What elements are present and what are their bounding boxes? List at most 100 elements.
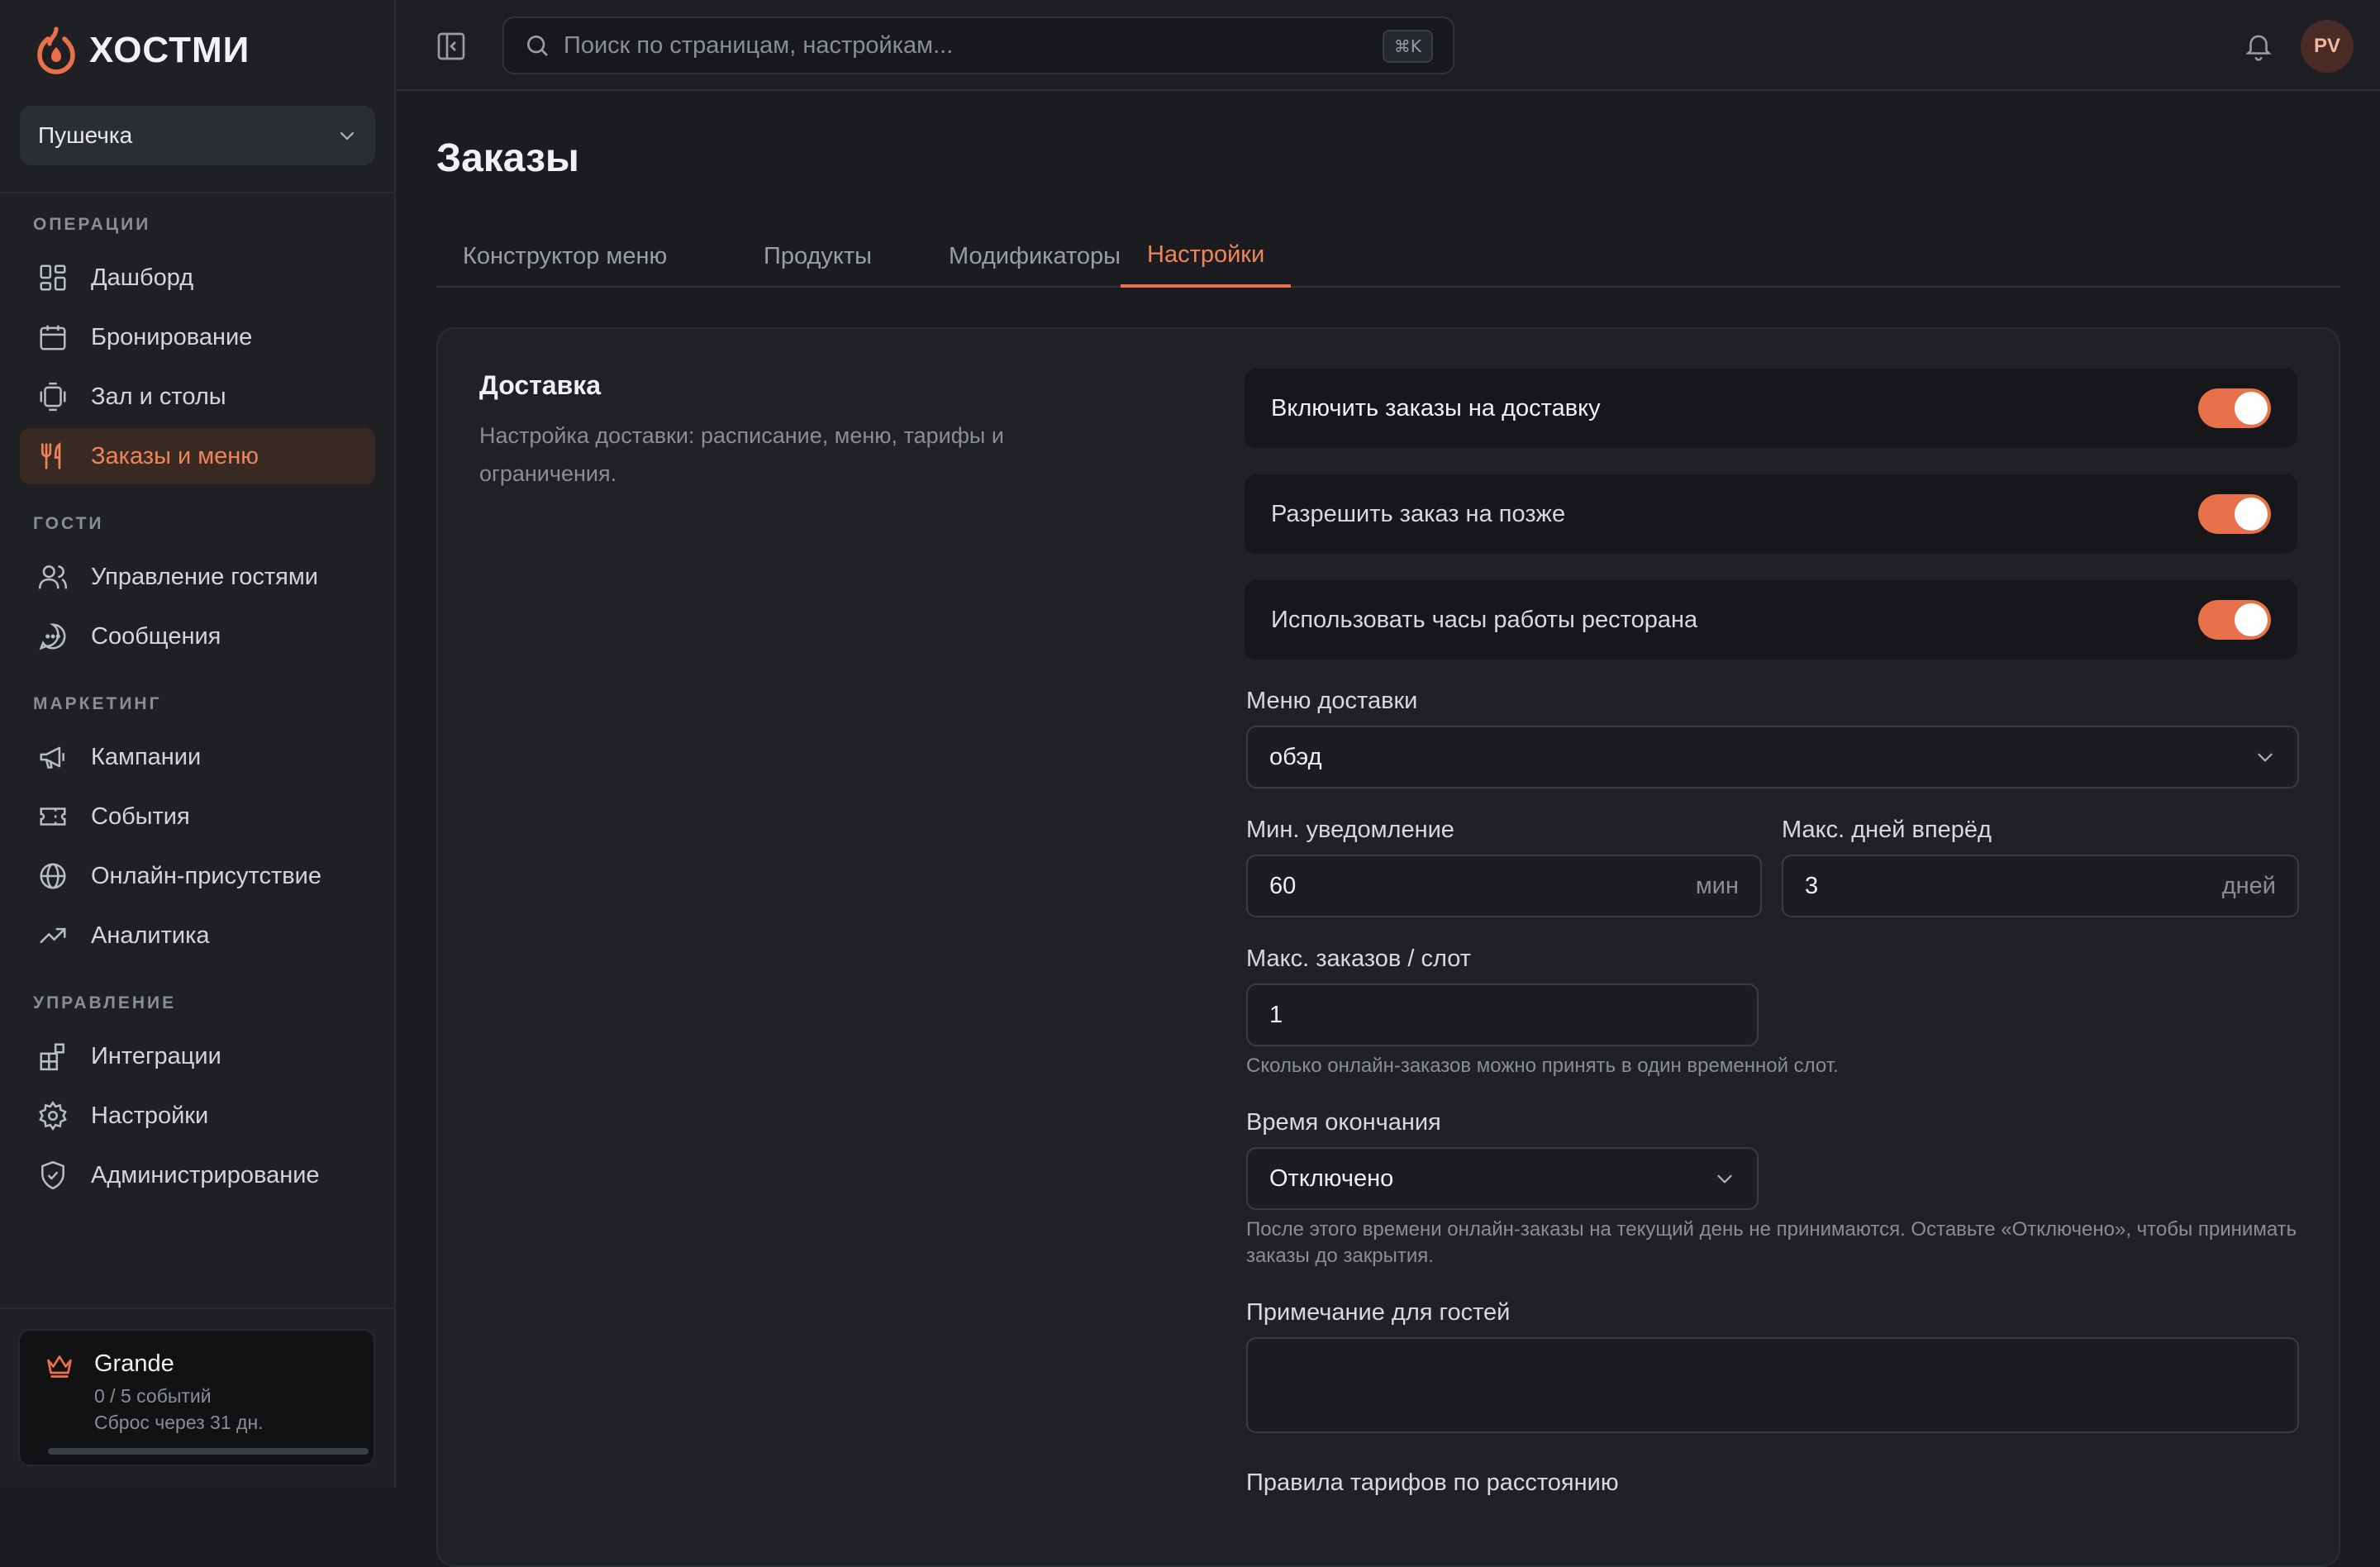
toggle-row-preorder: Разрешить заказ на позже — [1245, 474, 2297, 554]
utensils-icon — [36, 440, 69, 473]
plan-reset: Сброс через 31 дн. — [94, 1412, 264, 1433]
venue-name: Пушечка — [38, 122, 133, 148]
delivery-menu-select[interactable]: обэд — [1246, 726, 2299, 788]
tab-modifiers[interactable]: Модификаторы — [922, 225, 1147, 288]
sidebar-item-online[interactable]: Онлайн-присутствие — [20, 848, 375, 904]
max-orders-label: Макс. заказов / слот — [1246, 945, 1471, 972]
max-days-suffix: дней — [2221, 872, 2276, 899]
table-icon — [36, 380, 69, 413]
shield-icon — [36, 1159, 69, 1192]
sidebar-item-analytics[interactable]: Аналитика — [20, 907, 375, 964]
sidebar-item-floor[interactable]: Зал и столы — [20, 369, 375, 425]
cutoff-label: Время окончания — [1246, 1109, 1441, 1136]
topbar: ⌘K PV — [397, 0, 2380, 91]
chevron-down-icon — [1717, 1174, 1732, 1184]
search-bar[interactable]: ⌘K — [502, 17, 1454, 74]
preorder-switch[interactable] — [2198, 494, 2271, 534]
brand-name: ХОСТМИ — [89, 30, 250, 70]
globe-icon — [36, 860, 69, 893]
sidebar-item-label: Зал и столы — [91, 383, 226, 410]
section-label-operations: ОПЕРАЦИИ — [33, 215, 151, 234]
sidebar-item-label: Бронирование — [91, 323, 253, 350]
sidebar-item-label: Настройки — [91, 1102, 209, 1129]
switch-knob — [2235, 498, 2268, 531]
tab-menu-builder[interactable]: Конструктор меню — [436, 225, 693, 288]
sidebar-item-messages[interactable]: Сообщения — [20, 608, 375, 664]
sidebar-item-label: Администрирование — [91, 1161, 320, 1188]
toggle-label: Разрешить заказ на позже — [1271, 500, 1566, 527]
sidebar-item-label: Сообщения — [91, 622, 221, 650]
bell-icon[interactable] — [2243, 30, 2274, 61]
plan-progress-bar — [48, 1448, 369, 1455]
sidebar-item-dashboard[interactable]: Дашборд — [20, 250, 375, 306]
sidebar-item-label: Заказы и меню — [91, 442, 259, 469]
megaphone-icon — [36, 741, 69, 774]
cutoff-select[interactable]: Отключено — [1246, 1147, 1759, 1210]
sidebar-divider — [0, 192, 396, 193]
sidebar-item-orders[interactable]: Заказы и меню — [20, 428, 375, 484]
tab-settings[interactable]: Настройки — [1121, 225, 1292, 288]
avatar[interactable]: PV — [2301, 20, 2354, 73]
sidebar-item-label: Интеграции — [91, 1042, 221, 1069]
dashboard-icon — [36, 261, 69, 294]
max-orders-input[interactable]: 1 — [1246, 984, 1759, 1046]
min-notice-input[interactable]: 60 мин — [1246, 855, 1762, 917]
max-orders-hint: Сколько онлайн-заказов можно принять в о… — [1246, 1055, 1839, 1077]
sidebar-item-guests[interactable]: Управление гостями — [20, 549, 375, 605]
sidebar-item-settings[interactable]: Настройки — [20, 1088, 375, 1144]
sidebar-item-booking[interactable]: Бронирование — [20, 309, 375, 365]
chevron-down-icon — [340, 131, 355, 141]
sidebar-item-campaigns[interactable]: Кампании — [20, 729, 375, 785]
delivery-menu-label: Меню доставки — [1246, 688, 1418, 714]
sidebar-item-label: Аналитика — [91, 922, 210, 949]
min-notice-value: 60 — [1269, 872, 1297, 899]
sidebar: ХОСТМИ Пушечка ОПЕРАЦИИ Дашборд Брониров… — [0, 0, 396, 1488]
chevron-down-icon — [2258, 753, 2273, 762]
venue-selector[interactable]: Пушечка — [20, 106, 375, 165]
calendar-icon — [36, 321, 69, 354]
sidebar-item-label: Управление гостями — [91, 563, 318, 590]
sidebar-item-label: Кампании — [91, 743, 202, 770]
toggle-row-opening-hours: Использовать часы работы ресторана — [1245, 580, 2297, 660]
plan-usage: 0 / 5 событий — [94, 1385, 212, 1407]
sidebar-item-label: События — [91, 803, 190, 830]
blocks-icon — [36, 1040, 69, 1073]
cutoff-hint: После этого времени онлайн-заказы на тек… — [1246, 1218, 2297, 1267]
chat-icon — [36, 620, 69, 653]
min-notice-label: Мин. уведомление — [1246, 817, 1454, 843]
plan-name: Grande — [94, 1350, 174, 1377]
tabs: Конструктор меню Продукты Модификаторы Н… — [436, 225, 2340, 288]
search-input[interactable] — [564, 31, 1453, 60]
search-icon — [527, 36, 548, 56]
guest-note-label: Примечание для гостей — [1246, 1299, 1511, 1326]
logo[interactable]: ХОСТМИ — [35, 25, 250, 76]
sidebar-toggle-icon[interactable] — [435, 30, 468, 63]
max-days-input[interactable]: 3 дней — [1782, 855, 2299, 917]
gear-icon — [36, 1099, 69, 1132]
sidebar-item-integrations[interactable]: Интеграции — [20, 1028, 375, 1084]
opening-hours-switch[interactable] — [2198, 600, 2271, 640]
flame-logo-icon — [37, 26, 75, 74]
section-label-guests: ГОСТИ — [33, 514, 104, 533]
max-days-label: Макс. дней вперёд — [1782, 817, 1992, 843]
toggle-row-enable-delivery: Включить заказы на доставку — [1245, 369, 2297, 448]
toggle-label: Включить заказы на доставку — [1271, 394, 1601, 422]
section-description: Настройка доставки: расписание, меню, та… — [479, 423, 1004, 486]
tab-products[interactable]: Продукты — [737, 225, 898, 288]
switch-knob — [2235, 603, 2268, 636]
guest-note-textarea[interactable] — [1246, 1337, 2299, 1433]
toggle-label: Использовать часы работы ресторана — [1271, 606, 1698, 633]
switch-knob — [2235, 392, 2268, 425]
section-label-marketing: МАРКЕТИНГ — [33, 694, 162, 713]
sidebar-item-label: Дашборд — [91, 264, 194, 291]
sidebar-item-label: Онлайн-присутствие — [91, 862, 321, 889]
sidebar-item-admin[interactable]: Администрирование — [20, 1147, 375, 1203]
crown-icon — [47, 1355, 72, 1378]
sidebar-item-events[interactable]: События — [20, 788, 375, 845]
shortcut-badge: ⌘K — [1382, 30, 1433, 63]
plan-card[interactable]: Grande 0 / 5 событий Сброс через 31 дн. — [18, 1329, 375, 1466]
enable-delivery-switch[interactable] — [2198, 388, 2271, 428]
max-days-value: 3 — [1805, 872, 1819, 899]
page-title: Заказы — [436, 136, 579, 180]
cutoff-value: Отключено — [1269, 1165, 1394, 1192]
